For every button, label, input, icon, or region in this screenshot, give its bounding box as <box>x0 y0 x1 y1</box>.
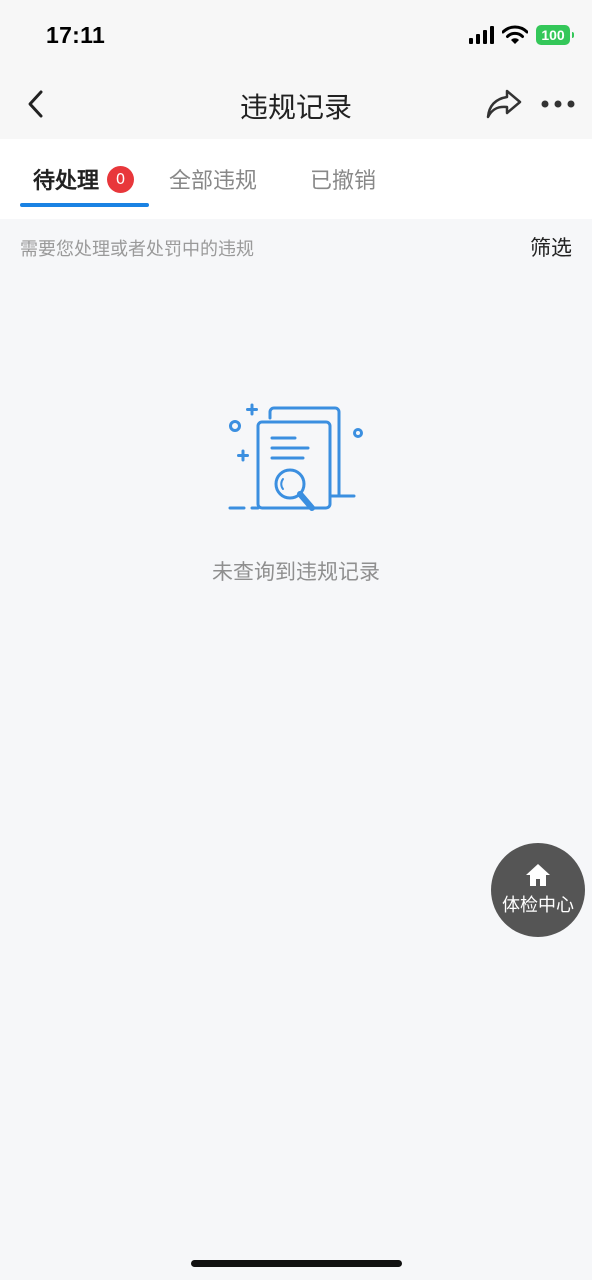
share-button[interactable] <box>482 84 526 124</box>
status-time: 17:11 <box>46 22 106 48</box>
tab-all-violations-label: 全部违规 <box>169 169 258 194</box>
more-dots-icon <box>541 100 575 108</box>
tab-pending[interactable]: 待处理 0 <box>33 159 135 199</box>
status-icons: 100 <box>469 25 574 45</box>
list-subheader: 需要您处理或者处罚中的违规 筛选 <box>0 219 592 275</box>
battery-level: 100 <box>541 27 565 43</box>
health-check-center-button[interactable]: 体检中心 <box>491 843 585 937</box>
nav-bar: 违规记录 <box>0 70 592 139</box>
document-search-icon <box>228 403 363 511</box>
pending-count-badge: 0 <box>107 165 135 193</box>
share-icon <box>486 89 522 119</box>
home-icon <box>526 864 550 886</box>
active-tab-indicator <box>20 203 149 207</box>
signal-icon <box>469 26 494 44</box>
subheader-hint: 需要您处理或者处罚中的违规 <box>20 239 254 260</box>
filter-button[interactable]: 筛选 <box>530 232 572 262</box>
health-check-center-label: 体检中心 <box>502 895 574 916</box>
empty-state-message: 未查询到违规记录 <box>212 560 380 584</box>
battery-icon: 100 <box>536 25 574 45</box>
tab-bar: 待处理 0 全部违规 已撤销 <box>0 139 592 219</box>
tab-pending-label: 待处理 <box>33 169 100 194</box>
wifi-icon <box>502 25 528 44</box>
more-button[interactable] <box>536 84 580 124</box>
tab-revoked-label: 已撤销 <box>310 169 377 194</box>
tab-all-violations[interactable]: 全部违规 <box>169 159 257 199</box>
tab-revoked[interactable]: 已撤销 <box>310 159 376 199</box>
status-bar: 17:11 100 <box>0 0 592 70</box>
home-indicator[interactable] <box>191 1260 402 1267</box>
